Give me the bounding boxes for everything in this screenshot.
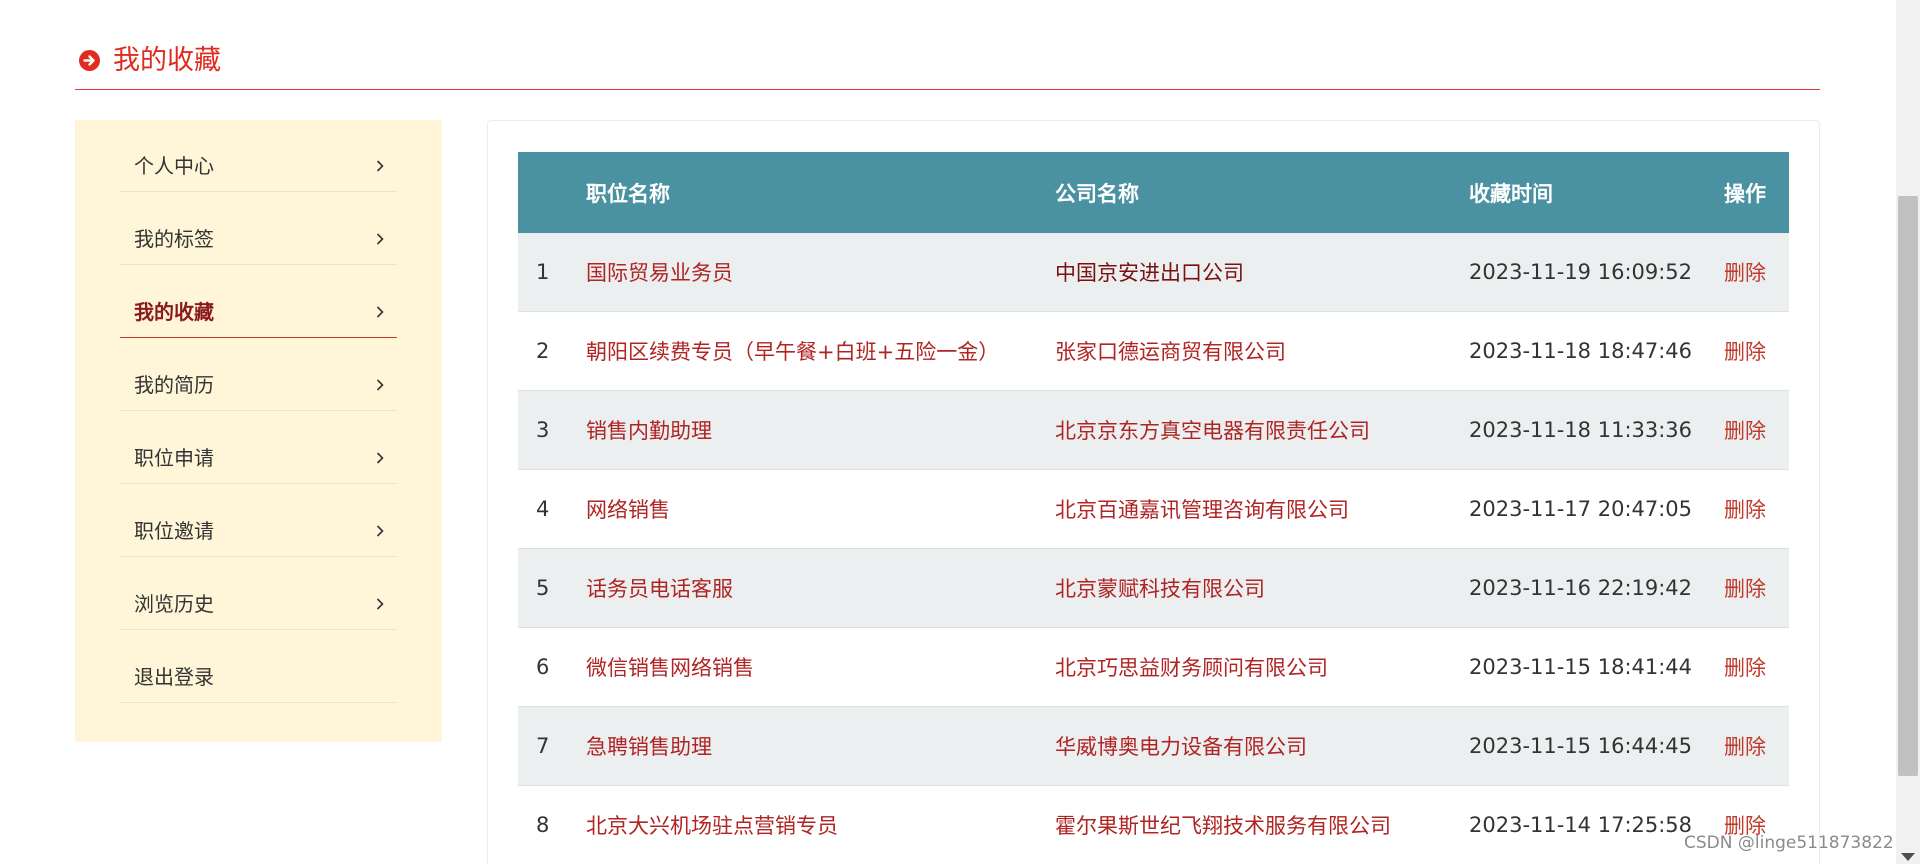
sidebar-item-label: 我的标签	[134, 227, 214, 251]
row-index: 8	[536, 813, 550, 837]
table-row: 6 微信销售网络销售 北京巧思益财务顾问有限公司 2023-11-15 18:4…	[518, 628, 1789, 707]
sidebar-item-label: 浏览历史	[134, 592, 214, 616]
sidebar-item-label: 职位邀请	[134, 519, 214, 543]
job-title-link[interactable]: 朝阳区续费专员（早午餐+白班+五险一金）	[586, 312, 999, 390]
row-index: 4	[536, 497, 550, 521]
delete-link[interactable]: 删除	[1724, 233, 1766, 311]
job-title-link[interactable]: 急聘销售助理	[586, 707, 712, 785]
chevron-right-icon	[373, 597, 387, 611]
chevron-right-icon	[373, 524, 387, 538]
column-header-op: 操作	[1724, 181, 1766, 206]
column-header-company: 公司名称	[1055, 181, 1139, 206]
scrollbar-thumb[interactable]	[1898, 196, 1918, 776]
arrow-circle-right-icon	[79, 50, 100, 71]
column-header-title: 职位名称	[586, 181, 670, 206]
favorite-time: 2023-11-15 18:41:44	[1469, 655, 1693, 679]
job-title-link[interactable]: 微信销售网络销售	[586, 628, 754, 706]
favorites-table: 职位名称 公司名称 收藏时间 操作 1 国际贸易业务员 中国京安进出口公司 20…	[518, 152, 1789, 864]
sidebar-item-label: 职位申请	[134, 446, 214, 470]
company-link[interactable]: 霍尔果斯世纪飞翔技术服务有限公司	[1055, 786, 1391, 864]
sidebar-item-label: 我的收藏	[134, 300, 214, 324]
page-title: 我的收藏	[113, 45, 221, 76]
table-row: 4 网络销售 北京百通嘉讯管理咨询有限公司 2023-11-17 20:47:0…	[518, 470, 1789, 549]
chevron-right-icon	[373, 159, 387, 173]
table-row: 7 急聘销售助理 华威博奥电力设备有限公司 2023-11-15 16:44:4…	[518, 707, 1789, 786]
chevron-right-icon	[373, 451, 387, 465]
sidebar-item-my-tags[interactable]: 我的标签	[120, 193, 397, 265]
company-link[interactable]: 华威博奥电力设备有限公司	[1055, 707, 1307, 785]
delete-link[interactable]: 删除	[1724, 549, 1766, 627]
favorite-time: 2023-11-18 18:47:46	[1469, 339, 1693, 363]
column-header-time: 收藏时间	[1469, 181, 1553, 206]
company-link[interactable]: 张家口德运商贸有限公司	[1055, 312, 1286, 390]
chevron-right-icon	[373, 378, 387, 392]
sidebar-item-my-favorites[interactable]: 我的收藏	[120, 266, 397, 338]
table-row: 1 国际贸易业务员 中国京安进出口公司 2023-11-19 16:09:52 …	[518, 233, 1789, 312]
job-title-link[interactable]: 国际贸易业务员	[586, 233, 733, 311]
watermark: CSDN @linge511873822	[1684, 833, 1894, 853]
job-title-link[interactable]: 北京大兴机场驻点营销专员	[586, 786, 838, 864]
company-link[interactable]: 中国京安进出口公司	[1055, 233, 1244, 311]
favorites-panel: 职位名称 公司名称 收藏时间 操作 1 国际贸易业务员 中国京安进出口公司 20…	[487, 120, 1820, 864]
page-header: 我的收藏	[75, 40, 1820, 90]
page: 我的收藏 个人中心 我的标签 我的收藏 我的简历 职位申请 职位邀请 浏览历史 …	[0, 0, 1920, 864]
table-row: 8 北京大兴机场驻点营销专员 霍尔果斯世纪飞翔技术服务有限公司 2023-11-…	[518, 786, 1789, 864]
table-header: 职位名称 公司名称 收藏时间 操作	[518, 152, 1789, 233]
delete-link[interactable]: 删除	[1724, 312, 1766, 390]
delete-link[interactable]: 删除	[1724, 628, 1766, 706]
chevron-right-icon	[373, 232, 387, 246]
job-title-link[interactable]: 话务员电话客服	[586, 549, 733, 627]
sidebar-item-browse-history[interactable]: 浏览历史	[120, 558, 397, 630]
delete-link[interactable]: 删除	[1724, 470, 1766, 548]
sidebar-item-label: 我的简历	[134, 373, 214, 397]
favorite-time: 2023-11-18 11:33:36	[1469, 418, 1693, 442]
row-index: 1	[536, 260, 550, 284]
sidebar-item-label: 退出登录	[134, 665, 214, 689]
sidebar-item-job-invitations[interactable]: 职位邀请	[120, 485, 397, 557]
sidebar-item-my-resume[interactable]: 我的简历	[120, 339, 397, 411]
row-index: 6	[536, 655, 550, 679]
favorite-time: 2023-11-17 20:47:05	[1469, 497, 1693, 521]
row-index: 7	[536, 734, 550, 758]
chevron-right-icon	[373, 305, 387, 319]
row-index: 2	[536, 339, 550, 363]
sidebar-item-job-applications[interactable]: 职位申请	[120, 412, 397, 484]
delete-link[interactable]: 删除	[1724, 707, 1766, 785]
row-index: 3	[536, 418, 550, 442]
sidebar-item-logout[interactable]: 退出登录	[120, 631, 397, 703]
company-link[interactable]: 北京巧思益财务顾问有限公司	[1055, 628, 1328, 706]
company-link[interactable]: 北京蒙赋科技有限公司	[1055, 549, 1265, 627]
table-row: 3 销售内勤助理 北京京东方真空电器有限责任公司 2023-11-18 11:3…	[518, 391, 1789, 470]
sidebar-item-label: 个人中心	[134, 154, 214, 178]
vertical-scrollbar[interactable]	[1896, 0, 1920, 864]
favorite-time: 2023-11-19 16:09:52	[1469, 260, 1693, 284]
table-row: 2 朝阳区续费专员（早午餐+白班+五险一金） 张家口德运商贸有限公司 2023-…	[518, 312, 1789, 391]
table-row: 5 话务员电话客服 北京蒙赋科技有限公司 2023-11-16 22:19:42…	[518, 549, 1789, 628]
job-title-link[interactable]: 网络销售	[586, 470, 670, 548]
delete-link[interactable]: 删除	[1724, 391, 1766, 469]
job-title-link[interactable]: 销售内勤助理	[586, 391, 712, 469]
company-link[interactable]: 北京百通嘉讯管理咨询有限公司	[1055, 470, 1349, 548]
favorite-time: 2023-11-15 16:44:45	[1469, 734, 1693, 758]
sidebar: 个人中心 我的标签 我的收藏 我的简历 职位申请 职位邀请 浏览历史 退出登录	[75, 120, 442, 742]
scroll-down-arrow-icon[interactable]	[1901, 853, 1915, 861]
row-index: 5	[536, 576, 550, 600]
sidebar-item-personal-center[interactable]: 个人中心	[120, 120, 397, 192]
favorite-time: 2023-11-14 17:25:58	[1469, 813, 1693, 837]
favorite-time: 2023-11-16 22:19:42	[1469, 576, 1693, 600]
company-link[interactable]: 北京京东方真空电器有限责任公司	[1055, 391, 1370, 469]
